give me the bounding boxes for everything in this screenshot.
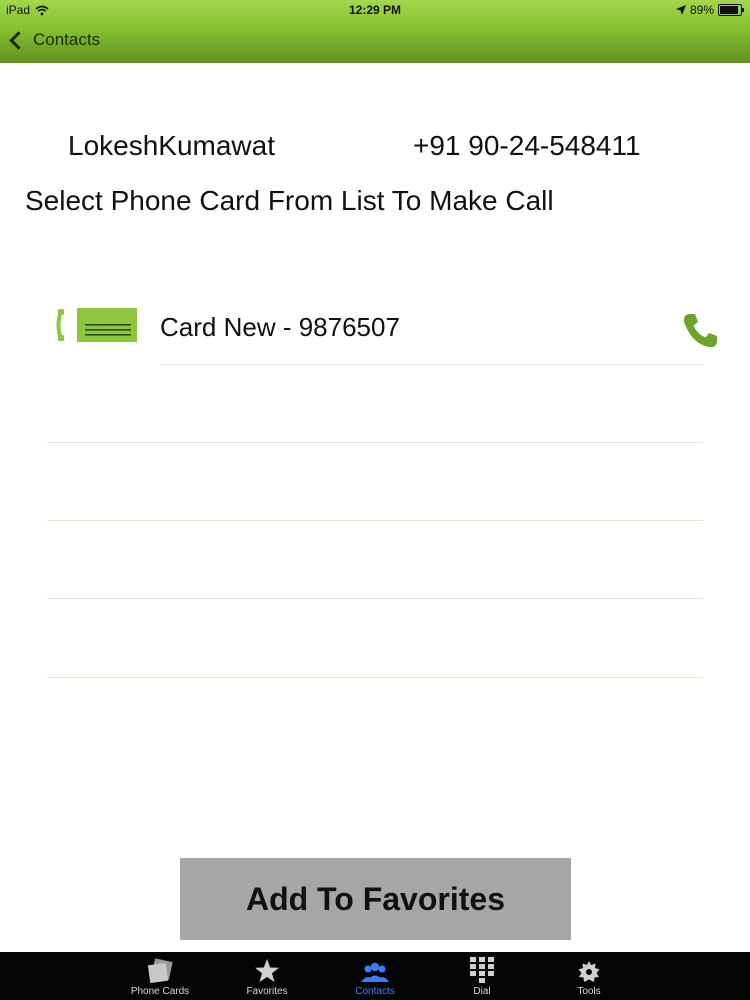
location-arrow-icon <box>675 5 686 15</box>
navigation-bar: iPad 12:29 PM 89% Contacts <box>0 0 750 63</box>
phone-card-icon <box>56 308 137 342</box>
tab-contacts[interactable]: Contacts <box>315 952 435 1000</box>
contacts-icon <box>361 962 389 982</box>
tab-bar: Phone Cards Favorites Contacts Dial Tool… <box>0 952 750 1000</box>
list-divider <box>47 598 703 599</box>
back-button[interactable]: Contacts <box>9 30 101 50</box>
instruction-text: Select Phone Card From List To Make Call <box>25 185 554 216</box>
tab-tools[interactable]: Tools <box>529 952 649 1000</box>
status-bar: iPad 12:29 PM 89% <box>0 0 750 20</box>
star-icon <box>255 959 279 982</box>
list-divider <box>47 677 703 678</box>
list-divider <box>47 442 703 443</box>
contact-phone: +91 90-24-548411 <box>413 130 641 161</box>
contact-name: LokeshKumawat <box>68 130 276 161</box>
tab-label: Phone Cards <box>130 986 190 997</box>
list-divider <box>47 520 703 521</box>
chevron-left-icon <box>9 30 28 50</box>
status-right: 89% <box>675 3 744 17</box>
phone-cards-icon <box>147 958 173 984</box>
battery-percent: 89% <box>689 3 714 17</box>
card-list-item[interactable]: Card New - 9876507 <box>0 295 750 365</box>
tab-label: Dial <box>473 986 491 997</box>
back-label: Contacts <box>33 30 101 49</box>
status-time: 12:29 PM <box>348 3 402 17</box>
call-icon[interactable] <box>680 311 720 351</box>
tab-label: Tools <box>577 986 601 997</box>
battery-level <box>720 6 738 14</box>
dialpad-icon <box>470 957 494 983</box>
tab-favorites[interactable]: Favorites <box>207 952 327 1000</box>
tab-dial[interactable]: Dial <box>422 952 542 1000</box>
tab-label: Contacts <box>355 986 395 997</box>
tab-label: Favorites <box>246 986 288 997</box>
battery-icon <box>718 4 744 16</box>
card-label: Card New - 9876507 <box>160 312 400 342</box>
gear-icon <box>578 961 600 982</box>
list-divider <box>160 364 703 365</box>
tab-phone-cards[interactable]: Phone Cards <box>100 952 220 1000</box>
add-to-favorites-button[interactable]: Add To Favorites <box>180 858 571 940</box>
